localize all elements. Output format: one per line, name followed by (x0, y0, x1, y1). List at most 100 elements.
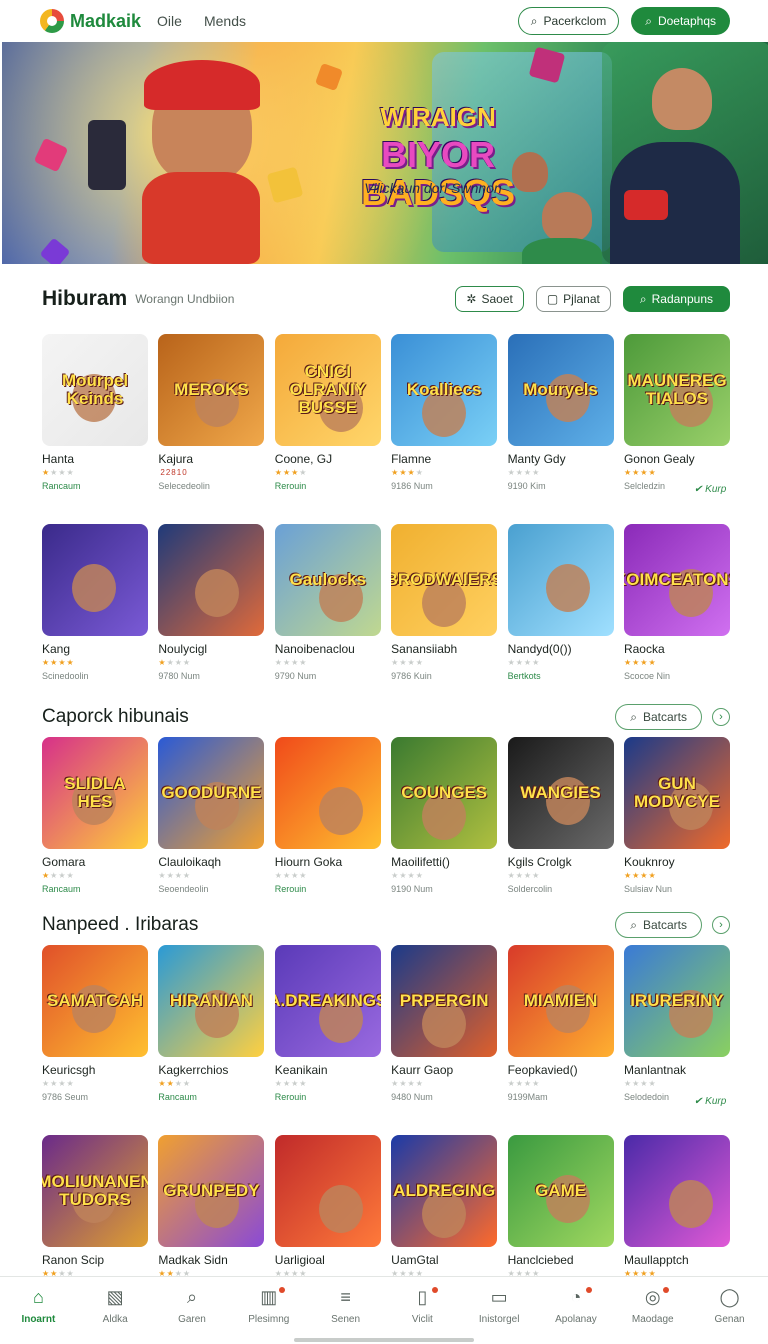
nav-item-home[interactable]: ⌂ Inoarnt (4, 1285, 72, 1326)
filter-chip-2[interactable]: ▢ Pjlanat (535, 286, 611, 312)
game-card[interactable]: CNICI OLRANIY BUSSE Coone, GJ ★★★★ Rerouin (274, 334, 381, 491)
game-title[interactable]: UamGtal (391, 1253, 497, 1267)
hero-banner[interactable]: WIRAIGN BIYOR BADSQS Vilickaun dorl Swnn… (2, 42, 768, 264)
game-thumbnail[interactable]: GAME (507, 1135, 614, 1247)
filter-chip-1[interactable]: ✲ Saoet (455, 286, 524, 312)
game-title[interactable]: Flamne (391, 452, 497, 466)
game-title[interactable]: Kang (42, 642, 148, 656)
game-title[interactable]: Nandyd(0()) (508, 642, 614, 656)
game-title[interactable]: Madkak Sidn (158, 1253, 264, 1267)
game-thumbnail[interactable] (274, 1135, 381, 1247)
nav-item-image[interactable]: ▧ Aldka (81, 1285, 149, 1326)
game-thumbnail[interactable]: Koalliecs (391, 334, 498, 446)
nav-item-chat[interactable]: ◔ Apolanay (542, 1285, 610, 1326)
game-thumbnail[interactable]: GOODURNE (158, 737, 265, 849)
game-title[interactable]: Kgils Crolgk (508, 855, 614, 869)
game-title[interactable]: Hiourn Goka (275, 855, 381, 869)
game-title[interactable]: Kaurr Gaop (391, 1063, 497, 1077)
game-thumbnail[interactable]: MEROKS (158, 334, 265, 446)
game-title[interactable]: Nanoibenaclou (275, 642, 381, 656)
chevron-right-icon[interactable]: › (712, 916, 730, 934)
game-thumbnail[interactable]: Mourpel Keinds (42, 334, 148, 446)
game-card[interactable]: PRPERGIN Kaurr Gaop ★★★★ 9480 Num (391, 945, 498, 1102)
game-title[interactable]: Kagkerrchios (158, 1063, 264, 1077)
game-card[interactable]: Gaulocks Nanoibenaclou ★★★★ 9790 Num (274, 524, 381, 681)
game-title[interactable]: Kajura (158, 452, 264, 466)
game-card[interactable]: MIAMIEN Feopkavied() ★★★★ 9199Mam (507, 945, 614, 1102)
game-title[interactable]: Keuricsgh (42, 1063, 148, 1077)
game-thumbnail[interactable]: BRODWAIERS (391, 524, 498, 636)
game-thumbnail[interactable]: MIAMIEN (507, 945, 614, 1057)
nav-item-bell[interactable]: ◎ Maodage (619, 1285, 687, 1326)
game-thumbnail[interactable]: MAUNEREG TIALOS (623, 334, 730, 446)
game-thumbnail[interactable]: HIRANIAN (158, 945, 265, 1057)
see-all-button[interactable]: ⌕ Batcarts (615, 912, 702, 938)
nav-item-user[interactable]: ◯ Genan (696, 1285, 764, 1326)
game-title[interactable]: Hanta (42, 452, 148, 466)
nav-item-bookmark[interactable]: ▯ Viclit (388, 1285, 456, 1325)
nav-item-list[interactable]: ≡ Senen (312, 1285, 380, 1326)
game-thumbnail[interactable] (274, 737, 381, 849)
game-card[interactable]: Maullapptch ★★★★ (623, 1135, 730, 1280)
chevron-right-icon[interactable]: › (712, 708, 730, 726)
game-card[interactable]: Hiourn Goka ★★★★ Rerouin (274, 737, 381, 894)
nav-item-search[interactable]: ⌕ Garen (158, 1285, 226, 1326)
game-card[interactable]: GAME Hanclciebed ★★★★ (507, 1135, 614, 1280)
game-thumbnail[interactable]: GRUNPEDY (158, 1135, 265, 1247)
game-title[interactable]: Gonon Gealy (624, 452, 730, 466)
game-thumbnail[interactable]: Mouryels (507, 334, 614, 446)
game-card[interactable]: Mouryels Manty Gdy ★★★★ 9190 Kim (507, 334, 614, 491)
game-thumbnail[interactable]: SLIDLA HES (42, 737, 148, 849)
game-thumbnail[interactable]: MOLIUNANEN TUDORS (42, 1135, 148, 1247)
game-title[interactable]: Manty Gdy (508, 452, 614, 466)
game-card[interactable]: MOLIUNANEN TUDORS Ranon Scip ★★★★ (42, 1135, 148, 1280)
nav-link-1[interactable]: Oile (157, 13, 182, 29)
filter-chip-primary[interactable]: ⌕ Radanpuns (622, 286, 730, 312)
nav-item-book[interactable]: ▥ Plesimng (235, 1285, 303, 1326)
game-card[interactable]: Kang ★★★★ Scinedoolin (42, 524, 148, 681)
game-title[interactable]: Manlantnak (624, 1063, 730, 1077)
game-title[interactable]: Sanansiiabh (391, 642, 497, 656)
game-card[interactable]: Noulycigl ★★★★ 9780 Num (158, 524, 265, 681)
game-thumbnail[interactable]: KOIMCEATONS (623, 524, 730, 636)
game-title[interactable]: Coone, GJ (275, 452, 381, 466)
game-title[interactable]: Clauloikaqh (158, 855, 264, 869)
game-card[interactable]: ALDREGING UamGtal ★★★★ (391, 1135, 498, 1280)
game-card[interactable]: Koalliecs Flamne ★★★★ 9186 Num (391, 334, 498, 491)
game-title[interactable]: Kouknroy (624, 855, 730, 869)
game-title[interactable]: Feopkavied() (508, 1063, 614, 1077)
game-card[interactable]: COUNGES Maoilifetti() ★★★★ 9190 Num (391, 737, 498, 894)
game-thumbnail[interactable] (42, 524, 148, 636)
game-thumbnail[interactable]: CNICI OLRANIY BUSSE (274, 334, 381, 446)
game-thumbnail[interactable]: SAMATCAH (42, 945, 148, 1057)
game-thumbnail[interactable]: COUNGES (391, 737, 498, 849)
game-card[interactable]: IRURERINY Manlantnak ★★★★ Selodedoin (623, 945, 730, 1102)
game-card[interactable]: Uarligioal ★★★★ (274, 1135, 381, 1280)
game-title[interactable]: Gomara (42, 855, 148, 869)
game-card[interactable]: MAUNEREG TIALOS Gonon Gealy ★★★★ Selcledzin (623, 334, 730, 491)
game-title[interactable]: Maullapptch (624, 1253, 730, 1267)
game-thumbnail[interactable]: Gaulocks (274, 524, 381, 636)
game-thumbnail[interactable] (158, 524, 265, 636)
game-title[interactable]: Keanikain (275, 1063, 381, 1077)
logo[interactable]: Madkaik (40, 9, 141, 33)
game-card[interactable]: SAMATCAH Keuricsgh ★★★★ 9786 Seum (42, 945, 148, 1102)
game-card[interactable]: KOIMCEATONS Raocka ★★★★ Scocoe Nin (623, 524, 730, 681)
game-title[interactable]: Uarligioal (275, 1253, 381, 1267)
game-card[interactable]: A.DREAKINGS Keanikain ★★★★ Rerouin (274, 945, 381, 1102)
game-title[interactable]: Raocka (624, 642, 730, 656)
game-card[interactable]: MEROKS Kajura 22810 Selecedeolin (158, 334, 265, 491)
game-thumbnail[interactable] (507, 524, 614, 636)
game-title[interactable]: Noulycigl (158, 642, 264, 656)
game-thumbnail[interactable]: A.DREAKINGS (274, 945, 381, 1057)
game-thumbnail[interactable]: GUN MODVCYE (623, 737, 730, 849)
game-card[interactable]: Nandyd(0()) ★★★★ Bertkots (507, 524, 614, 681)
game-thumbnail[interactable]: WANGIES (507, 737, 614, 849)
game-thumbnail[interactable] (623, 1135, 730, 1247)
nav-link-2[interactable]: Mends (204, 13, 246, 29)
game-title[interactable]: Ranon Scip (42, 1253, 148, 1267)
game-thumbnail[interactable]: PRPERGIN (391, 945, 498, 1057)
nav-item-tablet[interactable]: ▭ Inistorgel (465, 1285, 533, 1326)
primary-action-button[interactable]: ⌕ Doetaphqs (631, 7, 730, 35)
see-all-button[interactable]: ⌕ Batcarts (615, 704, 702, 730)
